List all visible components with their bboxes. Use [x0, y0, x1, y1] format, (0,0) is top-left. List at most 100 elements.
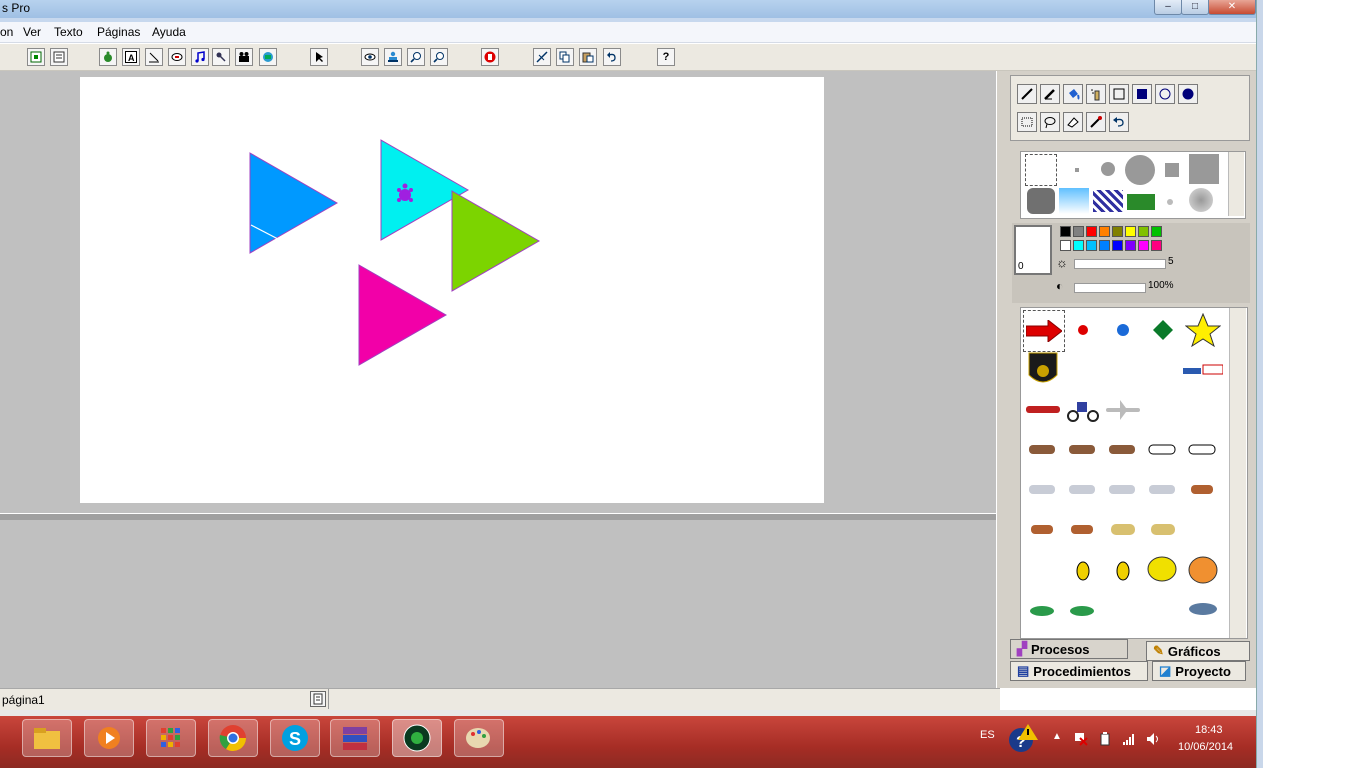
shape-lcsi-badge[interactable] [1023, 350, 1063, 390]
palette-swatch[interactable] [1151, 240, 1162, 251]
menu-ver[interactable]: Ver [23, 25, 41, 39]
palette-swatch[interactable] [1060, 240, 1071, 251]
zoom-out-icon[interactable] [430, 48, 448, 66]
chrome-icon[interactable] [208, 719, 258, 757]
rect-fill-icon[interactable] [1132, 84, 1152, 104]
palette-swatch[interactable] [1138, 240, 1149, 251]
rect-outline-icon[interactable] [1109, 84, 1129, 104]
palette-swatch[interactable] [1073, 226, 1084, 237]
brush-small-square[interactable] [1165, 163, 1179, 177]
zoom-in-icon[interactable] [407, 48, 425, 66]
undo-paint-icon[interactable] [1109, 112, 1129, 132]
clock-date[interactable]: 10/06/2014 [1178, 741, 1233, 753]
shapes-scrollbar[interactable] [1229, 308, 1246, 638]
palette-swatch[interactable] [1112, 226, 1123, 237]
tab-proyecto[interactable]: ◪ Proyecto [1152, 661, 1246, 681]
stamp-icon[interactable] [384, 48, 402, 66]
shape-yellow-star[interactable] [1183, 310, 1223, 350]
drawing-page[interactable] [80, 77, 824, 503]
paste-icon[interactable] [579, 48, 597, 66]
media-player-icon[interactable] [84, 719, 134, 757]
brush-tiny[interactable] [1075, 168, 1079, 172]
hatch-icon[interactable] [145, 48, 163, 66]
stop-icon[interactable] [481, 48, 499, 66]
brush-large-square[interactable] [1189, 154, 1219, 184]
minimize-button[interactable]: – [1154, 0, 1182, 15]
palette-swatch[interactable] [1112, 240, 1123, 251]
shape-kangaroo-3[interactable] [1063, 510, 1103, 550]
magenta-triangle[interactable] [358, 264, 448, 366]
palette-swatch[interactable] [1138, 226, 1149, 237]
show-hidden-icons-icon[interactable]: ▲ [1052, 731, 1062, 742]
menu-texto[interactable]: Texto [54, 25, 83, 39]
flag-alert-icon[interactable] [1074, 732, 1088, 746]
shape-red-car[interactable] [1023, 390, 1063, 430]
menu-paginas[interactable]: Páginas [97, 25, 140, 39]
new-page-icon[interactable] [27, 48, 45, 66]
paint-icon[interactable] [454, 719, 504, 757]
shape-motorcycle[interactable] [1063, 390, 1103, 430]
camera-icon[interactable] [259, 48, 277, 66]
shape-airplane[interactable] [1103, 390, 1143, 430]
shape-red-gem[interactable] [1063, 310, 1103, 350]
turtle-icon[interactable] [99, 48, 117, 66]
apps-grid-icon[interactable] [146, 719, 196, 757]
pointer-icon[interactable] [310, 48, 328, 66]
tab-procedimientos[interactable]: ▤ Procedimientos [1010, 661, 1148, 681]
battery-icon[interactable] [1100, 732, 1110, 746]
green-triangle[interactable] [451, 190, 541, 292]
brush-large-round[interactable] [1125, 155, 1155, 185]
brush-scrollbar[interactable] [1228, 152, 1244, 216]
shape-cat-2[interactable] [1063, 430, 1103, 470]
maximize-button[interactable]: □ [1181, 0, 1209, 15]
shape-cat-3[interactable] [1103, 430, 1143, 470]
shape-lion-2[interactable] [1143, 510, 1183, 550]
palette-swatch[interactable] [1086, 226, 1097, 237]
language-indicator[interactable]: ES [980, 729, 995, 741]
notes-icon[interactable] [310, 691, 326, 707]
close-button[interactable]: ✕ [1208, 0, 1256, 15]
shape-cat-1[interactable] [1023, 430, 1063, 470]
tab-procesos[interactable]: ▞ Procesos [1010, 639, 1128, 659]
blue-triangle[interactable] [249, 152, 339, 254]
fill-bucket-icon[interactable] [1063, 84, 1083, 104]
shape-red-arrow[interactable] [1023, 310, 1065, 352]
winrar-icon[interactable] [330, 719, 380, 757]
menu-file-partial[interactable]: on [0, 25, 13, 39]
lasso-icon[interactable] [1040, 112, 1060, 132]
palette-swatch[interactable] [1125, 240, 1136, 251]
brush-soft-large[interactable] [1189, 188, 1213, 212]
palette-swatch[interactable] [1060, 226, 1071, 237]
pencil-icon[interactable] [1017, 84, 1037, 104]
shape-dolphin[interactable] [1183, 590, 1223, 630]
ellipse-outline-icon[interactable] [1155, 84, 1175, 104]
pen-icon[interactable] [1040, 84, 1060, 104]
help-alert-icon[interactable]: ? [1008, 722, 1038, 754]
microworlds-icon[interactable] [392, 719, 442, 757]
pen-size-slider[interactable] [1074, 259, 1166, 269]
eyedropper-icon[interactable] [1086, 112, 1106, 132]
shape-blue-ball[interactable] [1103, 310, 1143, 350]
network-icon[interactable] [1122, 732, 1136, 746]
shape-horse-1[interactable] [1023, 470, 1063, 510]
brush-soft-small[interactable] [1167, 199, 1173, 205]
current-color[interactable]: 0 [1014, 225, 1052, 275]
shape-bee-2[interactable] [1103, 550, 1143, 590]
shape-kangaroo-1[interactable] [1183, 470, 1223, 510]
brush-texture-grey[interactable] [1027, 188, 1055, 214]
help-button[interactable]: ? [657, 48, 675, 66]
video-icon[interactable] [235, 48, 253, 66]
spray-icon[interactable] [1086, 84, 1106, 104]
text-page-icon[interactable] [50, 48, 68, 66]
palette-swatch[interactable] [1086, 240, 1097, 251]
button-icon[interactable] [168, 48, 186, 66]
shape-dalmatian-1[interactable] [1143, 430, 1183, 470]
ellipse-fill-icon[interactable] [1178, 84, 1198, 104]
shape-horse-2[interactable] [1063, 470, 1103, 510]
eraser-icon[interactable] [1063, 112, 1083, 132]
tab-graficos[interactable]: ✎ Gráficos [1146, 641, 1250, 661]
palette-swatch[interactable] [1099, 226, 1110, 237]
command-center[interactable] [0, 520, 996, 688]
brush-texture-grass[interactable] [1127, 194, 1155, 210]
clock-time[interactable]: 18:43 [1195, 724, 1223, 736]
